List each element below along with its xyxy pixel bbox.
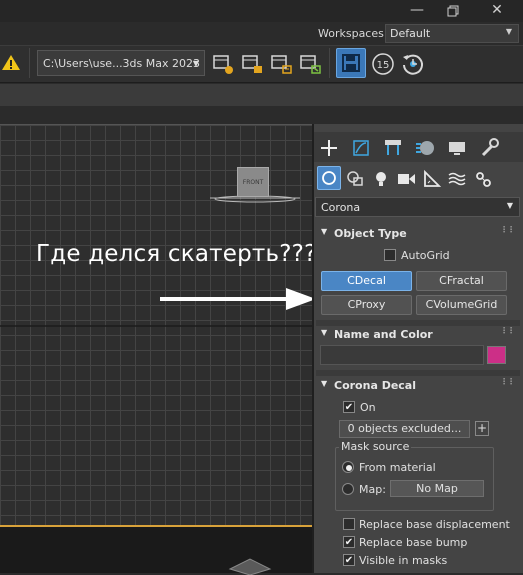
project-options-icon[interactable]: [268, 51, 294, 77]
viewport-label-band: [0, 106, 523, 124]
project-path-dropdown[interactable]: C:\Users\use...3ds Max 2023 ▼: [37, 50, 205, 76]
category-value: Corona: [321, 201, 361, 214]
restore-icon[interactable]: [436, 0, 470, 22]
save-icon[interactable]: [336, 48, 366, 78]
drag-handle-icon[interactable]: ⋮⋮: [500, 326, 515, 335]
replace-bump-label: Replace base bump: [359, 536, 468, 549]
annotation-text: Где делся скатерть???: [36, 241, 317, 267]
no-map-button[interactable]: No Map: [390, 480, 484, 497]
close-icon[interactable]: ✕: [480, 0, 514, 22]
category-dropdown[interactable]: Corona ▼: [315, 197, 520, 217]
motion-icon[interactable]: [412, 135, 438, 161]
replace-displacement-checkbox[interactable]: [343, 518, 355, 530]
replace-displacement-label: Replace base displacement: [359, 518, 510, 531]
cvolumegrid-button[interactable]: CVolumeGrid: [416, 295, 507, 315]
toolbar-separator: [29, 48, 30, 78]
visible-masks-checkbox[interactable]: ✔: [343, 554, 355, 566]
hierarchy-icon[interactable]: [380, 135, 406, 161]
mask-source-group: [335, 447, 494, 511]
set-project-icon[interactable]: [239, 51, 265, 77]
autogrid-checkbox[interactable]: [384, 249, 396, 261]
toolbar-separator: [329, 48, 330, 78]
collapse-triangle-icon: ▼: [321, 328, 328, 337]
collapse-triangle-icon: ▼: [321, 227, 328, 236]
drag-handle-icon[interactable]: ⋮⋮: [500, 225, 515, 234]
from-material-radio[interactable]: [342, 461, 354, 473]
lights-icon[interactable]: [369, 167, 393, 191]
object-color-swatch[interactable]: [487, 346, 506, 364]
workspaces-label: Workspaces:: [318, 27, 388, 40]
ribbon-band: [0, 84, 523, 106]
cameras-icon[interactable]: [394, 167, 418, 191]
workspaces-value: Default: [390, 27, 431, 40]
add-excluded-button[interactable]: +: [475, 421, 489, 436]
on-label: On: [360, 401, 376, 414]
autogrid-label: AutoGrid: [401, 249, 450, 262]
archive-project-icon[interactable]: [297, 51, 323, 77]
cdecal-button[interactable]: CDecal: [321, 271, 412, 291]
autosave-15-icon[interactable]: 15: [370, 51, 396, 77]
cproxy-button[interactable]: CProxy: [321, 295, 412, 315]
corona-decal-title: Corona Decal: [334, 379, 417, 392]
history-icon[interactable]: [400, 51, 426, 77]
map-label: Map:: [359, 483, 386, 496]
utilities-icon[interactable]: [476, 135, 502, 161]
svg-text:15: 15: [377, 60, 390, 71]
collapse-triangle-icon: ▼: [321, 379, 328, 388]
object-type-title: Object Type: [334, 227, 407, 240]
spacewarps-icon[interactable]: [445, 167, 469, 191]
bottom-viewport[interactable]: [0, 525, 312, 575]
excluded-objects-button[interactable]: 0 objects excluded...: [339, 420, 470, 438]
helpers-icon[interactable]: [420, 167, 444, 191]
modify-icon[interactable]: [348, 135, 374, 161]
name-color-rollout-header[interactable]: ▼ Name and Color ⋮⋮: [316, 325, 520, 345]
warning-icon[interactable]: [0, 50, 22, 76]
geometry-icon[interactable]: [317, 166, 341, 190]
workspaces-select[interactable]: Default ▼: [385, 24, 519, 43]
systems-icon[interactable]: [471, 167, 495, 191]
display-icon[interactable]: [444, 135, 470, 161]
corona-decal-rollout-header[interactable]: ▼ Corona Decal ⋮⋮: [316, 376, 520, 396]
drag-handle-icon[interactable]: ⋮⋮: [500, 377, 515, 386]
minimize-icon[interactable]: —: [400, 0, 434, 22]
mask-source-title: Mask source: [339, 440, 412, 453]
chevron-down-icon: ▼: [505, 27, 512, 36]
project-folder-icon[interactable]: [210, 51, 236, 77]
on-checkbox[interactable]: ✔: [343, 401, 355, 413]
object-type-rollout-header[interactable]: ▼ Object Type ⋮⋮: [316, 224, 520, 244]
replace-bump-checkbox[interactable]: ✔: [343, 536, 355, 548]
name-color-title: Name and Color: [334, 328, 433, 341]
map-radio[interactable]: [342, 483, 354, 495]
project-path-value: C:\Users\use...3ds Max 2023: [43, 57, 201, 70]
shapes-icon[interactable]: [343, 167, 367, 191]
chevron-down-icon: ▼: [506, 201, 513, 210]
chevron-down-icon: ▼: [192, 59, 199, 68]
annotation-arrow-icon: [160, 288, 316, 310]
cfractal-button[interactable]: CFractal: [416, 271, 507, 291]
create-plus-icon[interactable]: [316, 135, 342, 161]
viewcube[interactable]: FRONT: [237, 167, 269, 197]
object-name-field[interactable]: [320, 345, 484, 365]
from-material-label: From material: [359, 461, 436, 474]
visible-masks-label: Visible in masks: [359, 554, 448, 567]
